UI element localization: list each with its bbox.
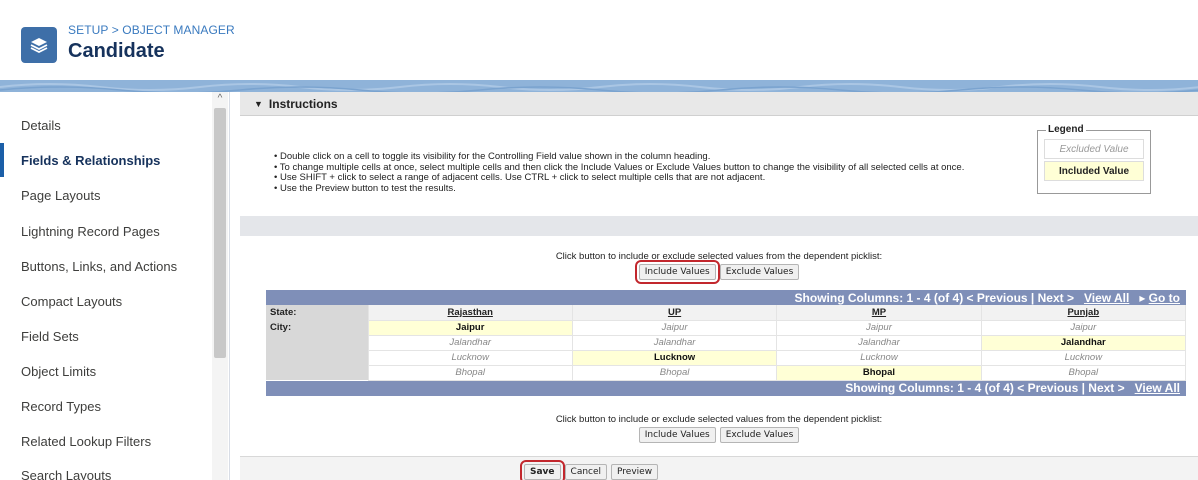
breadcrumb[interactable]: SETUP > OBJECT MANAGER (68, 23, 235, 37)
legend-included-value: Included Value (1044, 161, 1144, 181)
go-to-link[interactable]: ▸ Go to (1139, 291, 1180, 305)
column-header-mp[interactable]: MP (776, 305, 982, 321)
exclude-values-button[interactable]: Exclude Values (719, 264, 800, 280)
instruction-line: Use the Preview button to test the resul… (274, 183, 964, 195)
instruction-line: Use SHIFT + click to select a range of a… (274, 172, 964, 184)
decorative-band (0, 80, 1198, 92)
grid-cell[interactable]: Bhopal (572, 365, 778, 381)
grid-cell[interactable]: Jalandhar (572, 335, 778, 351)
pagination-bar-top: Showing Columns: 1 - 4 (of 4) < Previous… (266, 290, 1186, 305)
instruction-line: Double click on a cell to toggle its vis… (274, 151, 964, 163)
table-row: Bhopal Bhopal Bhopal Bhopal (266, 365, 1187, 381)
grid-cell[interactable]: Bhopal (368, 365, 573, 381)
include-values-button[interactable]: Include Values (634, 260, 720, 284)
grid-cell[interactable]: Jalandhar (776, 335, 982, 351)
save-button[interactable]: Save (520, 460, 565, 480)
section-divider (240, 216, 1198, 236)
sidebar-item-search-layouts[interactable]: Search Layouts (0, 458, 212, 480)
page-title: Candidate (68, 40, 165, 62)
pagination-bar-bottom: Showing Columns: 1 - 4 (of 4) < Previous… (266, 380, 1186, 396)
grid-cell[interactable]: Bhopal (776, 365, 982, 381)
footer-buttons: Save Cancel Preview (520, 460, 659, 480)
table-row: Lucknow Lucknow Lucknow Lucknow (266, 350, 1187, 366)
dependency-table: State: Rajasthan UP MP Punjab City: Jaip… (266, 305, 1187, 381)
sidebar-item-record-types[interactable]: Record Types (0, 389, 212, 423)
city-label: City: (266, 320, 369, 335)
legend: Legend Excluded Value Included Value (1037, 124, 1151, 194)
sidebar-item-related-lookup-filters[interactable]: Related Lookup Filters (0, 424, 212, 458)
column-header-punjab[interactable]: Punjab (981, 305, 1187, 321)
scroll-up-icon[interactable]: ^ (212, 92, 228, 106)
showing-columns-text: Showing Columns: 1 - 4 (of 4) < Previous… (845, 381, 1125, 395)
sidebar-item-fields-relationships[interactable]: Fields & Relationships (0, 143, 212, 177)
table-row: City: Jaipur Jaipur Jaipur Jaipur (266, 320, 1187, 336)
main-content: ▼ Instructions Double click on a cell to… (240, 92, 1198, 480)
grid-cell[interactable]: Lucknow (572, 350, 778, 366)
top-button-row: Include Values Exclude Values (240, 260, 1198, 284)
layers-icon (21, 27, 57, 63)
grid-cell[interactable]: Lucknow (981, 350, 1187, 366)
grid-cell[interactable]: Jaipur (368, 320, 573, 336)
scroll-thumb[interactable] (214, 108, 226, 358)
grid-cell[interactable]: Jalandhar (368, 335, 573, 351)
footer-bar: Save Cancel Preview (240, 456, 1198, 480)
state-label: State: (266, 305, 369, 320)
picklist-editor: Click button to include or exclude selec… (240, 236, 1198, 456)
instructions-panel: Double click on a cell to toggle its vis… (240, 116, 1198, 216)
bottom-button-row: Include Values Exclude Values (240, 427, 1198, 443)
legend-title: Legend (1046, 124, 1086, 135)
view-all-link[interactable]: View All (1084, 291, 1129, 305)
legend-excluded-value: Excluded Value (1044, 139, 1144, 159)
picklist-hint: Click button to include or exclude selec… (555, 414, 883, 425)
sidebar-item-field-sets[interactable]: Field Sets (0, 319, 212, 353)
instructions-toggle[interactable]: ▼ Instructions (240, 92, 1198, 116)
sidebar-item-lightning-record-pages[interactable]: Lightning Record Pages (0, 214, 212, 248)
instructions-list: Double click on a cell to toggle its vis… (274, 151, 965, 195)
include-values-button[interactable]: Include Values (638, 427, 716, 443)
grid-cell[interactable]: Jaipur (981, 320, 1187, 336)
sidebar-item-details[interactable]: Details (0, 108, 212, 142)
page-header: SETUP > OBJECT MANAGER Candidate (0, 0, 1198, 80)
grid-cell[interactable]: Jaipur (776, 320, 982, 336)
sidebar-scrollbar[interactable]: ^ (212, 92, 228, 480)
triangle-down-icon: ▼ (254, 98, 263, 109)
column-header-rajasthan[interactable]: Rajasthan (368, 305, 573, 321)
sidebar-item-buttons-links-actions[interactable]: Buttons, Links, and Actions (0, 249, 212, 283)
grid-cell[interactable]: Lucknow (368, 350, 573, 366)
grid-cell[interactable]: Bhopal (981, 365, 1187, 381)
triangle-right-icon: ▸ (1139, 290, 1149, 305)
view-all-link[interactable]: View All (1135, 381, 1180, 395)
cancel-button[interactable]: Cancel (564, 464, 608, 480)
table-row: Jalandhar Jalandhar Jalandhar Jalandhar (266, 335, 1187, 351)
grid-cell[interactable]: Jalandhar (981, 335, 1187, 351)
column-header-up[interactable]: UP (572, 305, 778, 321)
grid-cell[interactable]: Jaipur (572, 320, 778, 336)
dependency-grid: Showing Columns: 1 - 4 (of 4) < Previous… (266, 290, 1187, 396)
sidebar-item-compact-layouts[interactable]: Compact Layouts (0, 284, 212, 318)
showing-columns-text: Showing Columns: 1 - 4 (of 4) < Previous… (794, 290, 1074, 305)
grid-cell[interactable]: Lucknow (776, 350, 982, 366)
sidebar-item-object-limits[interactable]: Object Limits (0, 354, 212, 388)
picklist-hint: Click button to include or exclude selec… (555, 251, 883, 262)
sidebar: Details Fields & Relationships Page Layo… (0, 92, 230, 480)
sidebar-item-page-layouts[interactable]: Page Layouts (0, 178, 212, 212)
exclude-values-button[interactable]: Exclude Values (719, 427, 800, 443)
table-header-row: State: Rajasthan UP MP Punjab (266, 305, 1187, 321)
preview-button[interactable]: Preview (611, 464, 659, 480)
